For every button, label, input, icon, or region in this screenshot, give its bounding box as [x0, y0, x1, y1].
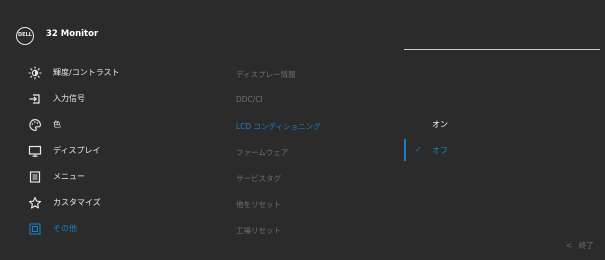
check-icon: ✓ — [415, 145, 422, 154]
menu-icon — [28, 170, 42, 184]
star-icon — [28, 196, 42, 210]
submenu-item-lcd-conditioning[interactable]: LCD コンディショニング — [236, 121, 321, 132]
chevron-left-icon: < — [566, 241, 573, 250]
color-palette-icon — [28, 118, 42, 132]
menu-item-display[interactable]: ディスプレイ — [0, 138, 205, 164]
menu-item-personalize[interactable]: カスタマイズ — [0, 190, 205, 216]
display-icon — [28, 144, 42, 158]
brightness-icon — [28, 66, 42, 80]
others-icon — [28, 222, 42, 236]
menu-item-label: 入力信号 — [53, 94, 85, 103]
monitor-model-title: 32 Monitor — [46, 29, 99, 39]
submenu-item-service-tag[interactable]: サービスタグ — [236, 173, 281, 184]
option-off[interactable]: オフ — [432, 145, 448, 156]
menu-item-brightness-contrast[interactable]: 輝度/コントラスト — [0, 60, 205, 86]
exit-button[interactable]: < 終了 — [566, 240, 594, 251]
menu-item-color[interactable]: 色 — [0, 112, 205, 138]
menu-item-input-source[interactable]: 入力信号 — [0, 86, 205, 112]
menu-item-label: 色 — [53, 120, 61, 129]
menu-item-label: カスタマイズ — [53, 198, 101, 207]
input-source-icon — [28, 92, 42, 106]
menu-item-label: メニュー — [53, 172, 85, 181]
submenu-item-ddc-ci[interactable]: DDC/CI — [236, 95, 263, 104]
osd-header: DELL 32 Monitor — [0, 0, 605, 52]
submenu-item-display-info[interactable]: ディスプレー情報 — [236, 69, 295, 80]
menu-item-label: その他 — [53, 224, 77, 233]
menu-item-label: ディスプレイ — [53, 146, 101, 155]
monitor-osd: DELL 32 Monitor 輝度/コントラスト 入力信号 色 ディスプレイ … — [0, 0, 605, 260]
menu-item-others[interactable]: その他 — [0, 216, 205, 242]
selection-indicator — [404, 139, 406, 161]
option-on[interactable]: オン — [432, 119, 448, 130]
menu-item-menu[interactable]: メニュー — [0, 164, 205, 190]
submenu-item-reset-other[interactable]: 他をリセット — [236, 199, 281, 210]
exit-label: 終了 — [578, 241, 594, 250]
submenu-item-factory-reset[interactable]: 工場リセット — [236, 225, 281, 236]
header-divider — [404, 49, 600, 50]
submenu-item-firmware[interactable]: ファームウェア — [236, 147, 288, 158]
dell-logo: DELL — [16, 27, 34, 45]
menu-item-label: 輝度/コントラスト — [53, 68, 120, 77]
